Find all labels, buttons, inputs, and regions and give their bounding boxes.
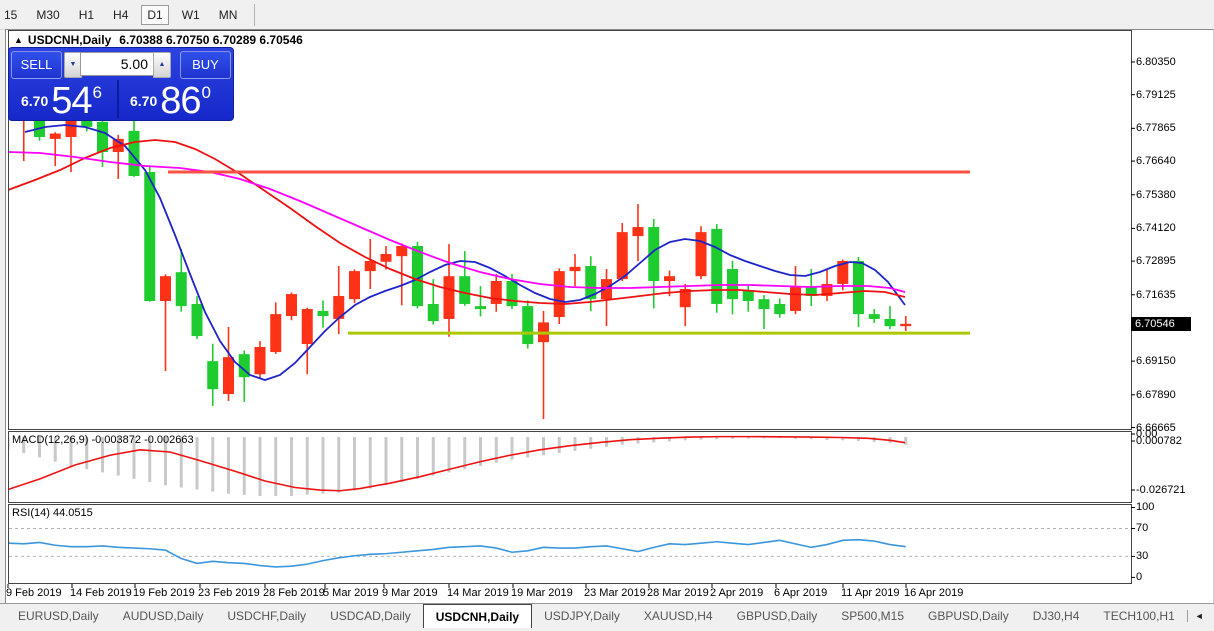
volume-increase-button[interactable]: ▲ [153, 52, 171, 78]
buy-price-pips: 86 [160, 80, 200, 122]
sell-price-point: 6 [93, 83, 102, 102]
buy-button[interactable]: BUY [180, 51, 231, 79]
chart-title: ▲ USDCNH,Daily 6.70388 6.70750 6.70289 6.7… [14, 33, 303, 47]
sell-button[interactable]: SELL [11, 51, 62, 79]
buy-price-display[interactable]: 6.70860 [120, 80, 231, 118]
sell-price-pips: 54 [51, 80, 91, 122]
sell-price-display[interactable]: 6.70546 [11, 80, 119, 118]
volume-input[interactable] [80, 52, 155, 76]
sell-price-prefix: 6.70 [21, 93, 48, 109]
buy-price-point: 0 [202, 83, 211, 102]
chart-ohlc-values: 6.70388 6.70750 6.70289 6.70546 [119, 33, 303, 47]
collapse-icon[interactable]: ▲ [14, 35, 23, 45]
buy-price-prefix: 6.70 [130, 93, 157, 109]
trade-panel: SELL ▼ ▲ BUY 6.70546 6.70860 [8, 47, 234, 121]
current-price-tag: 6.70546 [1131, 317, 1191, 331]
rsi-pane-label: RSI(14) 44.0515 [12, 507, 93, 519]
chart-symbol-label: USDCNH,Daily [28, 33, 111, 47]
macd-pane-label: MACD(12,26,9) -0.003872 -0.002663 [12, 434, 194, 446]
